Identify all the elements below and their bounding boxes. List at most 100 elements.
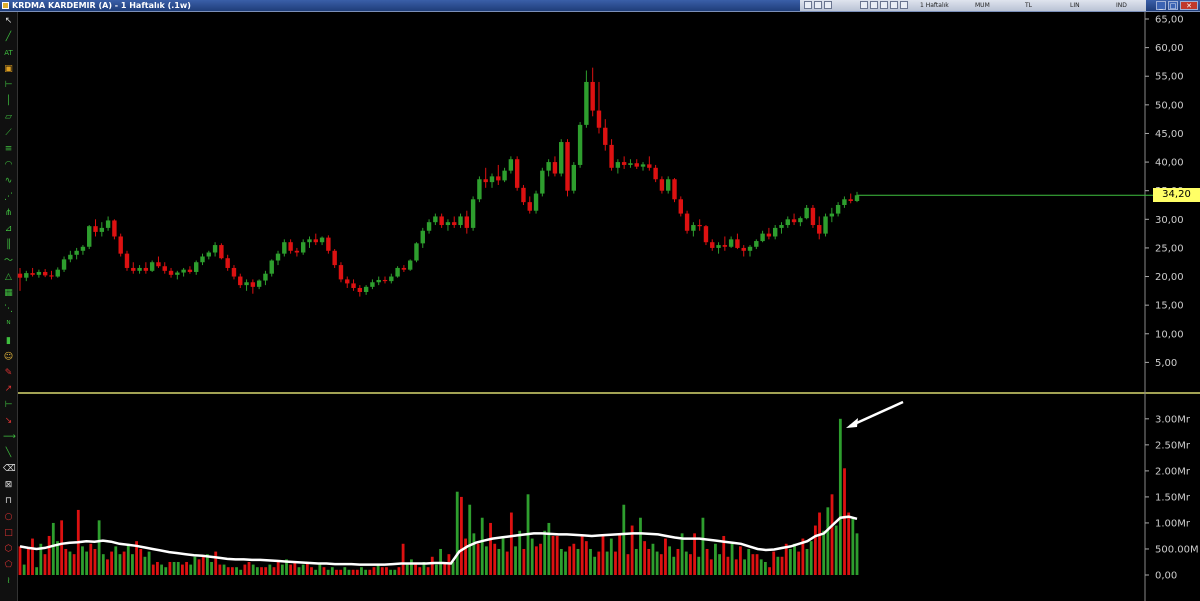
candle-body <box>282 242 287 254</box>
volume-bar <box>364 569 368 575</box>
volume-bar <box>834 525 838 575</box>
candle-body <box>137 267 142 271</box>
candle-body <box>609 144 614 168</box>
volume-bar <box>572 543 576 575</box>
candle-body <box>36 271 42 275</box>
candle-body <box>766 233 772 237</box>
candle-body <box>735 239 740 248</box>
stock-chart[interactable]: 5,0010,0015,0020,0025,0030,0035,0040,004… <box>0 0 1200 601</box>
volume-bar <box>18 546 22 575</box>
volume-bar <box>697 556 701 575</box>
volume-bar <box>514 546 517 575</box>
volume-bar <box>172 561 176 575</box>
candle-body <box>238 276 243 286</box>
volume-bar <box>838 418 842 575</box>
volume-bar <box>763 561 767 575</box>
candle-body <box>565 142 570 191</box>
candle-body <box>502 170 507 181</box>
volume-bar <box>243 564 247 575</box>
volume-bar <box>118 554 122 575</box>
volume-bar <box>605 551 609 575</box>
candle-body <box>496 176 501 181</box>
volume-bar <box>385 567 388 575</box>
volume-bar <box>226 567 230 575</box>
candle-body <box>647 164 652 168</box>
volume-bar <box>60 520 64 575</box>
volume-bar <box>322 567 326 575</box>
volume-bar <box>289 564 293 575</box>
volume-bar <box>826 507 830 575</box>
volume-bar <box>547 522 551 575</box>
volume-tick-label: 500.00M <box>1155 544 1199 555</box>
volume-bar <box>435 564 438 575</box>
candle-body <box>194 262 199 272</box>
volume-bar <box>210 561 213 575</box>
volume-bar <box>339 569 343 575</box>
volume-bar <box>639 517 642 575</box>
candle-body <box>779 225 784 228</box>
volume-bar <box>651 543 655 575</box>
volume-bar <box>230 567 234 575</box>
candle-body <box>307 239 312 243</box>
volume-bar <box>351 569 355 575</box>
volume-bar <box>780 556 784 575</box>
candle-body <box>250 282 256 287</box>
candle-body <box>810 207 816 226</box>
candle-body <box>703 226 709 243</box>
candle-body <box>93 226 98 232</box>
volume-bar <box>509 512 513 575</box>
candle-body <box>294 250 300 253</box>
candle-body <box>426 222 432 231</box>
volume-bar <box>593 556 597 575</box>
volume-bar <box>847 512 851 575</box>
volume-bar <box>684 551 688 575</box>
volume-bar <box>22 564 26 575</box>
candle-body <box>118 236 123 254</box>
volume-bar <box>101 554 105 575</box>
candle-body <box>514 159 520 188</box>
volume-bar <box>89 543 93 575</box>
volume-bar <box>689 554 692 575</box>
volume-bar <box>668 546 672 575</box>
volume-bar <box>272 567 276 575</box>
candle-body <box>791 219 797 223</box>
candle-body <box>345 279 350 284</box>
price-tick-label: 25,00 <box>1155 243 1184 254</box>
volume-bar <box>797 551 801 575</box>
volume-bar <box>418 567 422 575</box>
candle-body <box>68 254 73 260</box>
price-panel <box>18 12 1200 601</box>
price-tick-label: 30,00 <box>1155 215 1184 226</box>
volume-bar <box>293 561 297 575</box>
candle-body <box>716 245 721 248</box>
volume-bar <box>539 543 542 575</box>
candle-body <box>105 220 111 228</box>
volume-bar <box>830 494 834 575</box>
volume-bar <box>705 548 709 575</box>
volume-bar <box>218 564 222 575</box>
candle-body <box>131 267 136 271</box>
volume-bar <box>264 567 268 575</box>
volume-bar <box>497 548 501 575</box>
candle-body <box>848 199 853 201</box>
volume-bar <box>239 569 243 575</box>
volume-bar <box>493 543 497 575</box>
volume-bar <box>476 543 480 575</box>
volume-tick-label: 0,00 <box>1155 571 1177 582</box>
volume-bar <box>31 538 34 575</box>
volume-bar <box>114 546 118 575</box>
volume-tick-label: 1.50Mr <box>1155 492 1191 503</box>
volume-bar <box>589 548 592 575</box>
candle-body <box>200 256 205 263</box>
candle-body <box>49 275 54 277</box>
volume-bar <box>464 538 467 575</box>
candle-body <box>168 270 174 275</box>
volume-bar <box>185 561 188 575</box>
candle-body <box>401 267 407 270</box>
candle-body <box>162 266 167 271</box>
volume-bar <box>335 569 338 575</box>
volume-bar <box>235 567 238 575</box>
volume-bar <box>843 468 846 575</box>
arrow-head <box>846 418 858 428</box>
volume-tick-label: 2.50Mr <box>1155 440 1191 451</box>
